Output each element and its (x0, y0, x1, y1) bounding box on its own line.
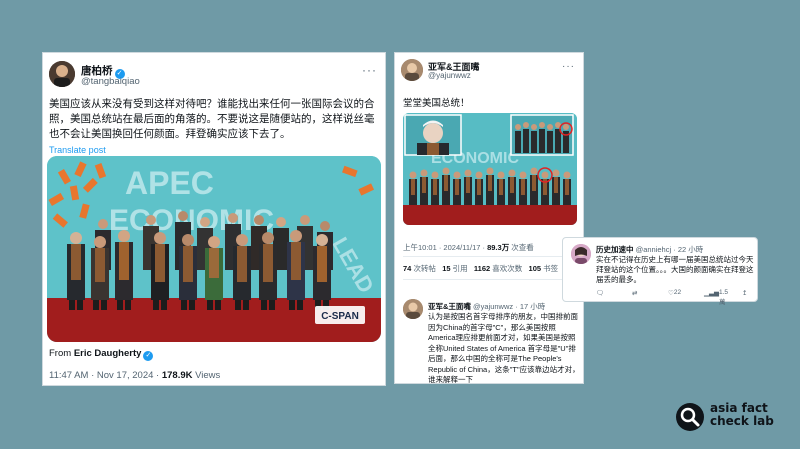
verified-badge-icon: ✓ (143, 351, 154, 361)
apec-group-photo: APEC ECONOMIC LEAD C-SPAN (47, 156, 381, 342)
avatar[interactable] (401, 59, 423, 81)
tweet-timestamp: 上午10:01 · 2024/11/17 · 89.3万 次查看 (403, 243, 534, 252)
tweet-header: 历史加速中 @anniehcj · 22 小時 (596, 245, 704, 254)
avatar[interactable] (571, 244, 591, 264)
asia-fact-check-lab-logo: asia fact check lab (676, 400, 786, 440)
avatar[interactable] (49, 61, 75, 87)
tweet-engagement-stats: 74 次转帖 15 引用 1162 喜欢次数 105 书签 (403, 263, 558, 274)
translate-post-link[interactable]: Translate post (49, 145, 106, 155)
magnifier-logo-icon (676, 403, 704, 431)
tweet-photo[interactable]: APEC ECONOMIC LEAD C-SPAN (47, 156, 381, 342)
divider (403, 256, 577, 257)
reply-avatar[interactable] (403, 299, 423, 319)
bookmarks-stat[interactable]: 105 书签 (529, 264, 559, 273)
tweet-header: 亚军&王面嘴 @yajunwwz ··· (401, 59, 579, 87)
author-handle[interactable]: @tangbaiqiao (81, 76, 140, 87)
tweet-card-yajunwwz: 亚军&王面嘴 @yajunwwz ··· 堂堂美国总统！ ECONOMIC 上午… (394, 52, 584, 384)
cspan-watermark: C-SPAN (321, 311, 359, 322)
author-name[interactable]: 历史加速中 (596, 245, 634, 254)
tweet-card-anniehcj: 历史加速中 @anniehcj · 22 小時 实在不记得在历史上有哪一届美国总… (562, 237, 758, 306)
tweet-text: 实在不记得在历史上有哪一届美国总统站过今天拜登站的这个位置。。。大国的颜面确实在… (596, 255, 754, 284)
reply-header: 亚军&王面嘴 @yajunwwz · 17 小時 (428, 302, 546, 311)
repost-icon[interactable]: ⇄ (632, 289, 637, 297)
views-stat[interactable]: ▁▃▅ 1.5萬 (704, 289, 728, 306)
more-options-icon[interactable]: ··· (562, 61, 575, 72)
banner-economic-text: ECONOMIC (109, 204, 274, 237)
banner-apec-text: APEC (125, 165, 214, 201)
share-icon[interactable]: ↥ (742, 289, 747, 297)
tweet-action-bar: 🗨 ⇄ ♡ 22 ▁▃▅ 1.5萬 ↥ (596, 289, 756, 306)
tweet-timestamp: 11:47 AM · Nov 17, 2024 · 178.9K Views (49, 370, 221, 381)
more-options-icon[interactable]: ··· (362, 63, 377, 77)
like-button[interactable]: ♡ 22 (668, 289, 681, 297)
likes-stat[interactable]: 1162 喜欢次数 (474, 264, 522, 273)
avatar-image-icon (403, 299, 423, 319)
tweet-header: 唐柏桥 ✓ @tangbaiqiao ··· (49, 61, 381, 93)
author-handle[interactable]: @anniehcj (636, 245, 672, 254)
apec-collage-photo: ECONOMIC (403, 113, 577, 225)
reply-icon[interactable]: 🗨 (596, 289, 604, 297)
avatar-image-icon (571, 244, 591, 264)
tweet-text: 堂堂美国总统！ (403, 98, 470, 109)
reply-text: 认为是按国名首字母排序的朋友，中国排前面因为China的首字母"C"，那么美国按… (428, 312, 580, 384)
reposts-stat[interactable]: 74 次转帖 (403, 264, 436, 273)
quotes-stat[interactable]: 15 引用 (442, 264, 467, 273)
tweet-photo[interactable]: ECONOMIC (403, 113, 577, 225)
tweet-card-tangbaiqiao: 唐柏桥 ✓ @tangbaiqiao ··· 美国应该从来没有受到这样对待吧？谁能… (42, 52, 386, 386)
tweet-text: 美国应该从来没有受到这样对待吧？谁能找出来任何一张国际会议的合照，美国总统站在最… (49, 98, 375, 140)
media-source[interactable]: From Eric Daugherty ✓ (49, 348, 154, 361)
avatar-image-icon (401, 59, 423, 81)
author-handle[interactable]: @yajunwwz (428, 71, 471, 80)
divider (403, 279, 577, 280)
logo-wordmark: asia fact check lab (710, 401, 774, 428)
avatar-image-icon (49, 61, 75, 87)
